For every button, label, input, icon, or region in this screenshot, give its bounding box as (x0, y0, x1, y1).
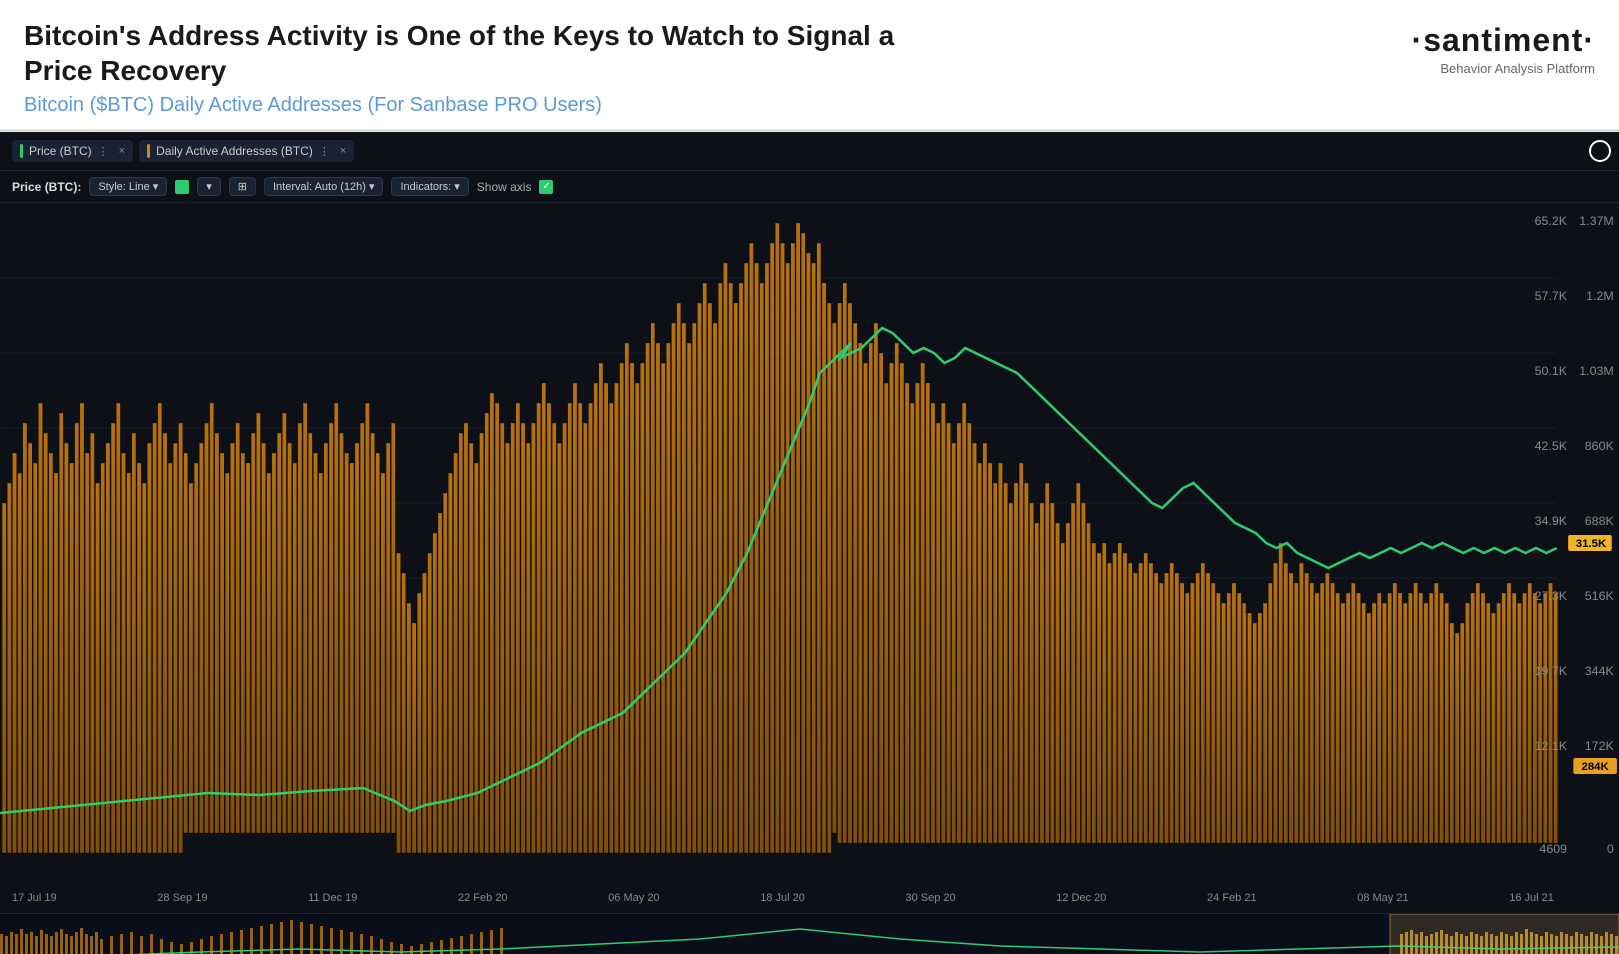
page-title: Bitcoin's Address Activity is One of the… (24, 18, 924, 88)
record-button[interactable] (1589, 140, 1611, 162)
chart-toolbar: Price (BTC) ⋮ × Daily Active Addresses (… (0, 132, 1619, 171)
x-label-2: 28 Sep 19 (157, 892, 207, 904)
svg-text:860K: 860K (1585, 439, 1615, 453)
chart-svg: 65.2K 57.7K 50.1K 42.5K 34.9K 31.5K 27.3… (0, 203, 1619, 883)
tab-menu-icon[interactable]: ⋮ (98, 145, 109, 158)
interval-label: Interval: Auto (12h) (273, 181, 366, 193)
tab-addr-label: Daily Active Addresses (BTC) (156, 144, 313, 158)
interval-dropdown[interactable]: Interval: Auto (12h) ▾ (264, 177, 383, 196)
svg-text:42.5K: 42.5K (1535, 439, 1568, 453)
tab-color-price (20, 144, 23, 158)
santiment-tagline: Behavior Analysis Platform (1412, 61, 1595, 76)
x-label-1: 17 Jul 19 (12, 892, 57, 904)
svg-text:27.3K: 27.3K (1535, 589, 1568, 603)
tab-addr-close-icon[interactable]: × (340, 145, 346, 157)
tab-price-btc[interactable]: Price (BTC) ⋮ × (12, 140, 133, 162)
svg-text:4609: 4609 (1539, 842, 1567, 856)
tab-daily-active-addresses[interactable]: Daily Active Addresses (BTC) ⋮ × (139, 140, 354, 162)
x-axis: 17 Jul 19 28 Sep 19 11 Dec 19 22 Feb 20 … (0, 883, 1619, 913)
logo-dot-left: · (1412, 22, 1424, 58)
x-label-5: 06 May 20 (608, 892, 659, 904)
x-label-3: 11 Dec 19 (308, 892, 357, 904)
x-label-11: 16 Jul 21 (1509, 892, 1554, 904)
chart-controls: Price (BTC): Style: Line ▾ ▾ ⊞ Interval:… (0, 171, 1619, 203)
style-dropdown[interactable]: Style: Line ▾ (89, 177, 167, 196)
tab-close-icon[interactable]: × (119, 145, 125, 157)
x-label-8: 12 Dec 20 (1056, 892, 1106, 904)
style-chevron: ▾ (153, 180, 159, 193)
minimap[interactable] (0, 913, 1619, 954)
logo-dot-right: · (1583, 22, 1595, 58)
tab-color-addr (147, 144, 150, 158)
svg-text:19.7K: 19.7K (1535, 664, 1568, 678)
svg-text:1.2M: 1.2M (1586, 289, 1614, 303)
tab-addr-menu-icon[interactable]: ⋮ (319, 145, 330, 158)
x-label-6: 18 Jul 20 (760, 892, 805, 904)
header-right: ·santiment· Behavior Analysis Platform (1412, 18, 1595, 76)
minimap-svg (0, 914, 1619, 954)
page-header: Bitcoin's Address Activity is One of the… (0, 0, 1619, 132)
chart-container: Price (BTC) ⋮ × Daily Active Addresses (… (0, 132, 1619, 954)
svg-text:284K: 284K (1582, 761, 1609, 773)
svg-text:34.9K: 34.9K (1535, 514, 1568, 528)
tab-price-label: Price (BTC) (29, 144, 92, 158)
indicators-dropdown[interactable]: Indicators: ▾ (391, 177, 468, 196)
x-label-9: 24 Feb 21 (1207, 892, 1257, 904)
svg-text:344K: 344K (1585, 664, 1615, 678)
color-dropdown[interactable]: ▾ (197, 177, 221, 196)
x-label-10: 08 May 21 (1357, 892, 1408, 904)
svg-text:12.1K: 12.1K (1535, 739, 1568, 753)
chart-area: 65.2K 57.7K 50.1K 42.5K 34.9K 31.5K 27.3… (0, 203, 1619, 883)
interval-btn[interactable]: ⊞ (229, 177, 256, 196)
page-subtitle: Bitcoin ($BTC) Daily Active Addresses (F… (24, 94, 924, 117)
color-swatch[interactable] (175, 180, 189, 194)
indicators-label: Indicators: (400, 181, 451, 193)
show-axis-label: Show axis (477, 180, 532, 194)
svg-text:172K: 172K (1585, 739, 1615, 753)
svg-text:516K: 516K (1585, 589, 1615, 603)
svg-text:1.37M: 1.37M (1579, 214, 1614, 228)
svg-text:31.5K: 31.5K (1576, 538, 1606, 550)
style-label: Style: Line (98, 181, 149, 193)
santiment-logo: ·santiment· (1412, 22, 1595, 59)
header-left: Bitcoin's Address Activity is One of the… (24, 18, 924, 117)
show-axis-checkbox[interactable]: ✓ (539, 180, 553, 194)
svg-text:0: 0 (1607, 842, 1614, 856)
svg-text:65.2K: 65.2K (1535, 214, 1568, 228)
svg-text:688K: 688K (1585, 514, 1615, 528)
svg-text:57.7K: 57.7K (1535, 289, 1568, 303)
x-label-4: 22 Feb 20 (458, 892, 508, 904)
svg-text:1.03M: 1.03M (1579, 364, 1614, 378)
x-label-7: 30 Sep 20 (905, 892, 955, 904)
svg-text:50.1K: 50.1K (1535, 364, 1568, 378)
controls-label: Price (BTC): (12, 180, 81, 194)
